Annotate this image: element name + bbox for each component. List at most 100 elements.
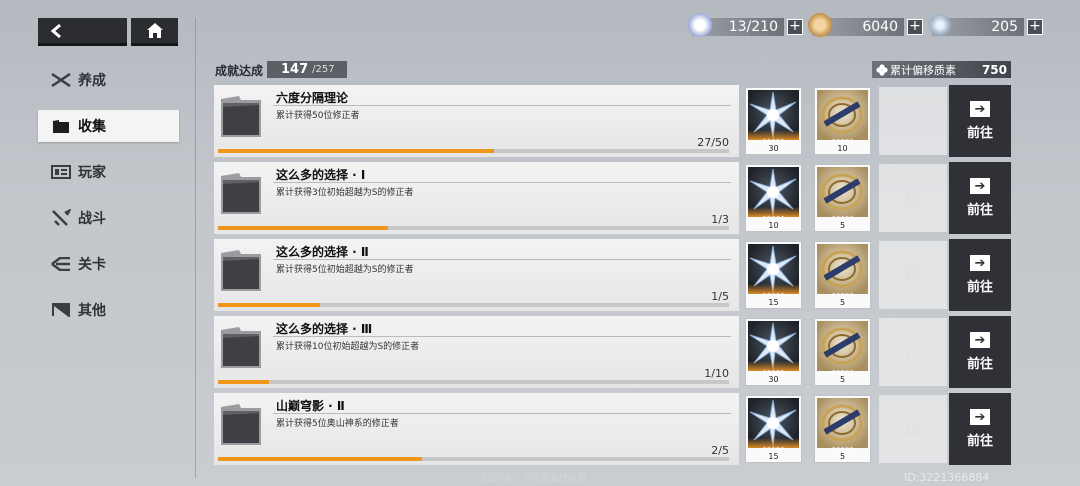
folder-icon: [219, 93, 263, 139]
go-button[interactable]: ➔ 前往: [949, 239, 1011, 311]
ring-coin-icon: [817, 321, 868, 371]
progress-bar: [218, 380, 729, 384]
ring-coin-icon: [817, 167, 868, 217]
progress-fill: [218, 457, 423, 461]
reward-crystal[interactable]: ★★★★★ 15: [745, 395, 802, 463]
achievement-row: 这么多的选择 · Ⅲ 累计获得10位初始超越为S的修正者 1/10 ★★★★★ 30 ★★…: [214, 316, 1011, 388]
go-button[interactable]: ➔ 前往: [949, 162, 1011, 234]
achievement-row: 这么多的选择 · Ⅱ 累计获得5位初始超越为S的修正者 1/5 ★★★★★ 15 ★★★★…: [214, 239, 1011, 311]
crystal-star-icon: [748, 90, 799, 140]
sidebar-item-label: 玩家: [78, 165, 106, 181]
home-button[interactable]: [131, 18, 178, 46]
chevron-left-icon: [50, 23, 61, 38]
user-id: ID:3221366884: [904, 471, 990, 484]
sidebar-divider: [195, 18, 196, 478]
go-label: 前往: [966, 434, 993, 449]
go-button[interactable]: ➔ 前往: [949, 85, 1011, 157]
sidebar-item-other[interactable]: 其他: [38, 294, 179, 326]
achievement-panel: 山巅穹影 · Ⅱ 累计获得5位奥山神系的修正者 2/5: [214, 393, 739, 465]
sidebar-item-label: 关卡: [78, 257, 106, 273]
sidebar-item-label: 养成: [78, 73, 106, 89]
sidebar-item-battle[interactable]: 战斗: [38, 202, 179, 234]
reward-crystal[interactable]: ★★★★★ 30: [745, 318, 802, 386]
crystal-star-icon: [748, 321, 799, 371]
sidebar-item-cultivation[interactable]: 养成: [38, 64, 179, 96]
achievement-desc: 累计获得10位初始超越为S的修正者: [276, 342, 420, 352]
clover-icon: [876, 63, 888, 76]
progress-bar: [218, 457, 729, 461]
coin-resource: 6040 +: [808, 13, 923, 37]
reward-count: 30: [768, 144, 779, 153]
progress-text: 1/3: [711, 213, 729, 226]
empty-reward-slot: [879, 395, 947, 463]
go-label: 前往: [966, 126, 993, 141]
reward-crystal[interactable]: ★★★★★ 10: [745, 164, 802, 232]
reward-count: 5: [839, 452, 846, 461]
reward-count: 10: [768, 221, 779, 230]
flag-icon: [50, 303, 72, 317]
go-label: 前往: [966, 280, 993, 295]
sidebar-item-player[interactable]: 玩家: [38, 156, 179, 188]
go-label: 前往: [966, 203, 993, 218]
achieved-count: 147: [281, 62, 309, 77]
progress-text: 27/50: [697, 136, 729, 149]
home-icon: [146, 23, 163, 38]
achievement-desc: 累计获得50位修正者: [276, 111, 360, 121]
crystal-star-icon: [748, 244, 799, 294]
reward-count: 5: [839, 221, 846, 230]
go-button[interactable]: ➔ 前往: [949, 393, 1011, 465]
progress-bar: [218, 303, 729, 307]
arrow-right-icon: ➔: [970, 255, 990, 271]
stage-icon: [50, 257, 72, 271]
stamina-resource: 13/210 +: [688, 13, 803, 37]
crystal-resource: 205 +: [928, 13, 1043, 37]
stamina-icon: [688, 13, 712, 37]
id-card-icon: [50, 165, 72, 179]
reward-coin[interactable]: ★★★★★ 5: [814, 241, 871, 309]
crystal-star-icon: [748, 398, 799, 448]
stamina-add-button[interactable]: +: [787, 19, 803, 35]
reward-coin[interactable]: ★★★★★ 10: [814, 87, 871, 155]
crystal-add-button[interactable]: +: [1027, 19, 1043, 35]
sword-icon: [50, 209, 72, 227]
crossed-swords-icon: [50, 73, 72, 87]
sidebar-item-label: 战斗: [78, 211, 106, 227]
achievement-title: 六度分隔理论: [276, 91, 349, 105]
achievement-panel: 这么多的选择 · Ⅰ 累计获得3位初始超越为S的修正者 1/3: [214, 162, 739, 234]
achievement-desc: 累计获得3位初始超越为S的修正者: [276, 188, 414, 198]
reward-count: 15: [768, 452, 779, 461]
reward-coin[interactable]: ★★★★★ 5: [814, 318, 871, 386]
achievement-row: 六度分隔理论累计获得50位修正者 27/50 ★★★★★ 30 ★★★★★ 10 ➔ 前往: [214, 85, 1011, 157]
reward-count: 5: [839, 375, 846, 384]
achievement-panel: 这么多的选择 · Ⅲ 累计获得10位初始超越为S的修正者 1/10: [214, 316, 739, 388]
reward-count: 5: [839, 298, 846, 307]
progress-bar: [218, 226, 729, 230]
progress-fill: [218, 303, 321, 307]
reward-count: 15: [768, 298, 779, 307]
arrow-right-icon: ➔: [970, 178, 990, 194]
back-button[interactable]: [38, 18, 127, 46]
progress-fill: [218, 380, 270, 384]
reward-coin[interactable]: ★★★★★ 5: [814, 395, 871, 463]
title-divider: [273, 413, 731, 414]
reward-crystal[interactable]: ★★★★★ 15: [745, 241, 802, 309]
sidebar-item-collection[interactable]: 收集: [38, 110, 179, 142]
achievement-title: 这么多的选择 · Ⅲ: [276, 322, 373, 336]
sidebar-item-label: 收集: [78, 119, 106, 135]
progress-text: 1/5: [711, 290, 729, 303]
reward-coin[interactable]: ★★★★★ 5: [814, 164, 871, 232]
reward-crystal[interactable]: ★★★★★ 30: [745, 87, 802, 155]
reward-count: 30: [768, 375, 779, 384]
empty-reward-slot: [879, 318, 947, 386]
go-label: 前往: [966, 357, 993, 372]
coin-add-button[interactable]: +: [907, 19, 923, 35]
title-divider: [273, 182, 731, 183]
achieved-label: 成就达成: [215, 64, 264, 78]
arrow-right-icon: ➔: [970, 332, 990, 348]
crystal-star-icon: [928, 13, 952, 37]
reward-count: 10: [837, 144, 848, 153]
sidebar-item-stage[interactable]: 关卡: [38, 248, 179, 280]
go-button[interactable]: ➔ 前往: [949, 316, 1011, 388]
arrow-right-icon: ➔: [970, 101, 990, 117]
achievement-panel: 六度分隔理论累计获得50位修正者 27/50: [214, 85, 739, 157]
